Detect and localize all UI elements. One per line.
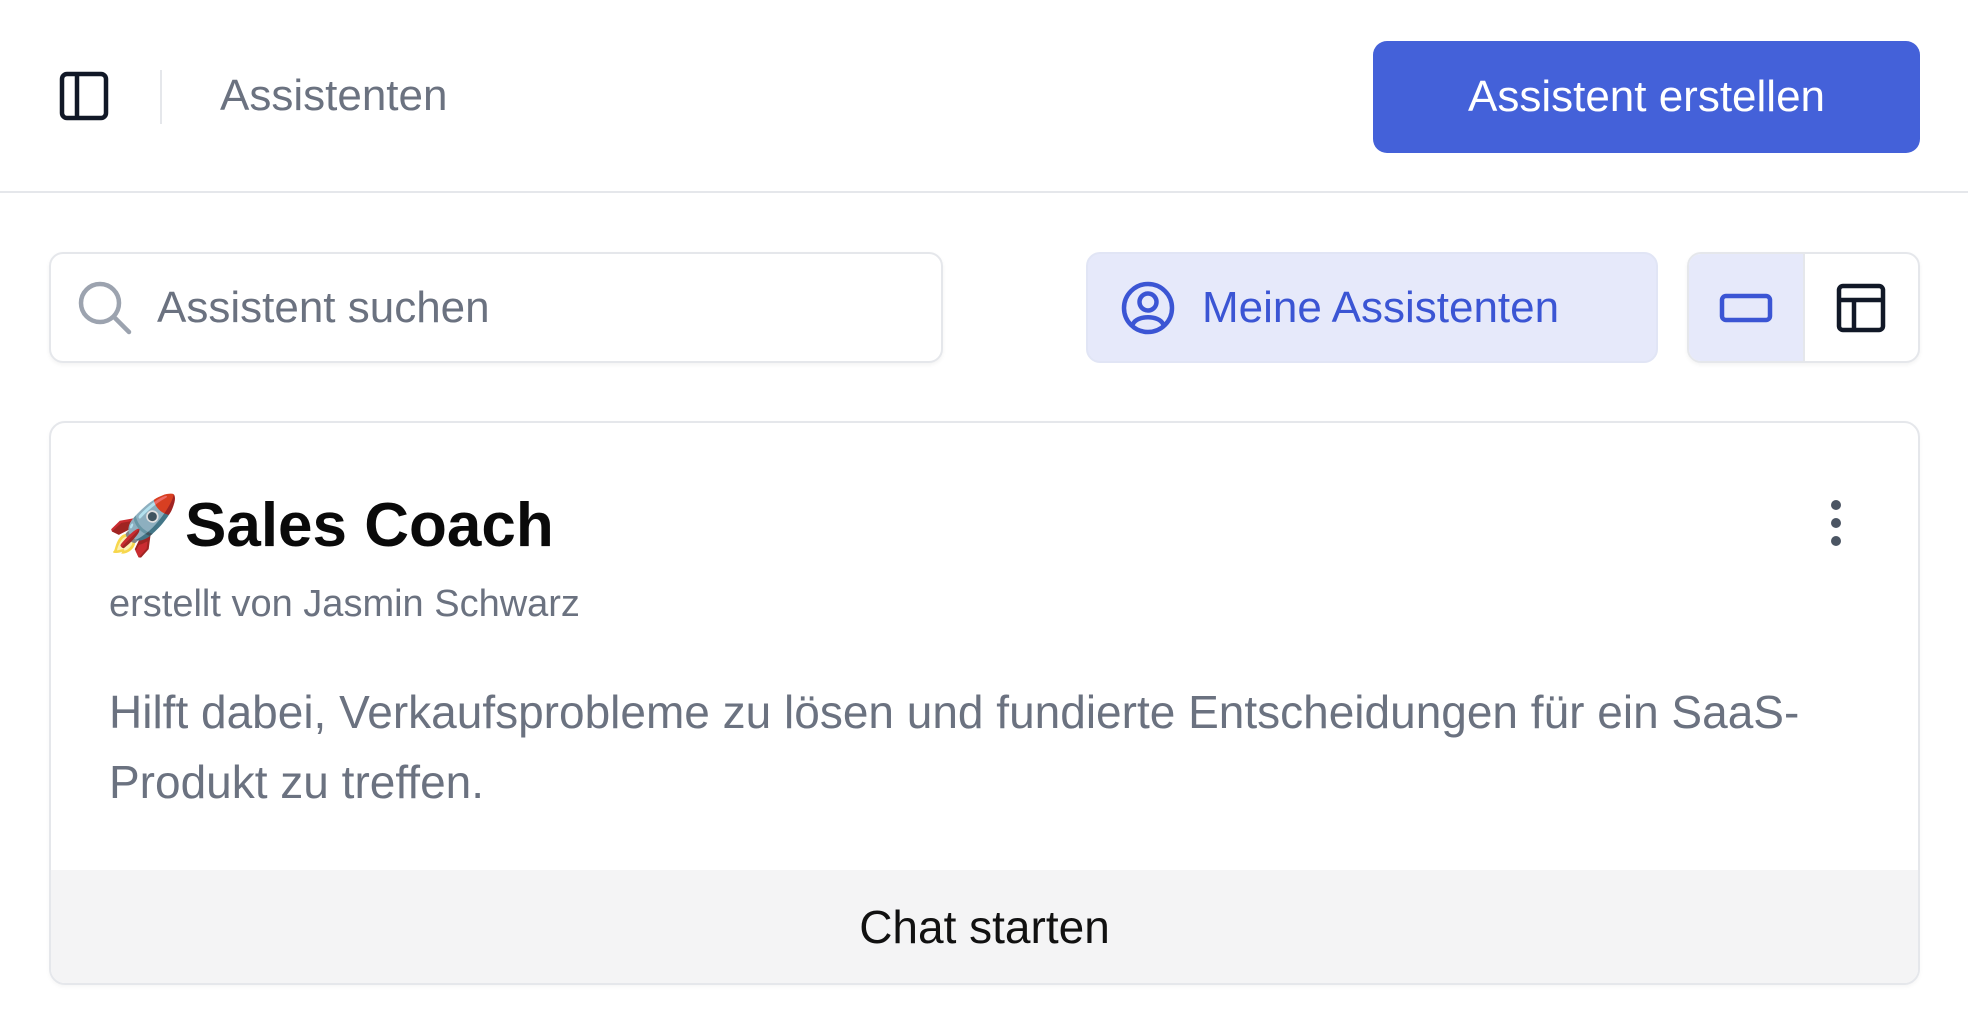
table-view-icon	[1837, 283, 1886, 332]
view-mode-toggle	[1687, 252, 1920, 363]
search-field[interactable]	[49, 252, 943, 363]
more-vertical-icon	[1831, 500, 1841, 546]
assistant-card-header: 🚀 Sales Coach	[107, 491, 554, 561]
search-icon	[73, 276, 137, 340]
card-view-button[interactable]	[1689, 254, 1803, 361]
assistant-author: erstellt von Jasmin Schwarz	[109, 583, 580, 625]
rocket-icon: 🚀	[107, 493, 180, 558]
card-view-icon	[1719, 293, 1772, 322]
my-assistants-filter-button[interactable]: Meine Assistenten	[1086, 252, 1658, 363]
search-input[interactable]	[155, 281, 919, 334]
page-title: Assistenten	[220, 71, 448, 120]
user-circle-icon	[1118, 278, 1178, 338]
my-assistants-label: Meine Assistenten	[1202, 282, 1560, 332]
top-bar: Assistenten Assistent erstellen	[0, 0, 1968, 193]
assistant-description: Hilft dabei, Verkaufsprobleme zu lösen u…	[109, 686, 1800, 808]
assistant-card: 🚀 Sales Coach erstellt von Jasmin Schwar…	[49, 421, 1920, 985]
start-chat-button[interactable]: Chat starten	[51, 870, 1918, 983]
table-view-button[interactable]	[1802, 254, 1919, 361]
create-assistant-button[interactable]: Assistent erstellen	[1373, 41, 1920, 153]
more-options-button[interactable]	[1816, 491, 1856, 555]
sidebar-toggle-icon	[59, 71, 109, 121]
header-divider	[160, 70, 162, 124]
sidebar-toggle-button[interactable]	[52, 64, 116, 128]
assistant-name: Sales Coach	[185, 491, 554, 560]
